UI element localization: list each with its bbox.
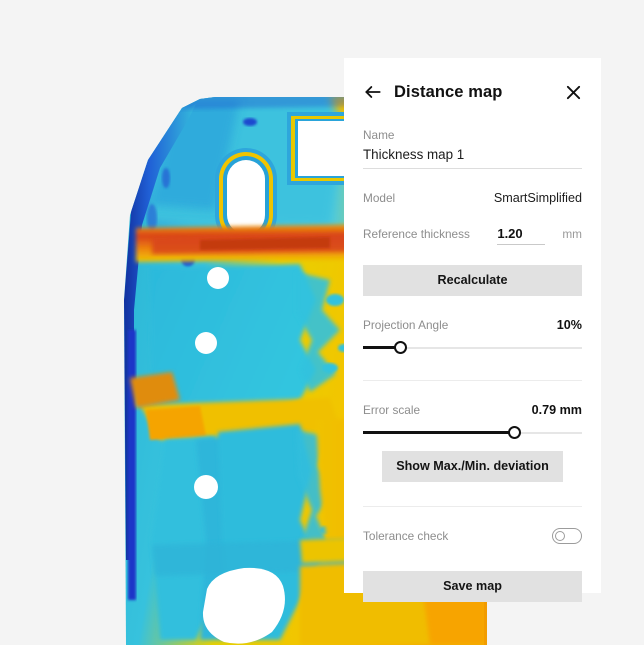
reference-thickness-row: Reference thickness 1.20 mm	[363, 226, 582, 245]
error-scale-head: Error scale 0.79 mm	[363, 403, 582, 417]
name-label: Name	[363, 128, 395, 142]
name-field[interactable]: Name Thickness map 1	[363, 128, 582, 169]
panel-title: Distance map	[394, 82, 503, 101]
divider-2	[363, 506, 582, 507]
reference-thickness-input[interactable]: 1.20	[497, 226, 546, 245]
arrow-left-icon[interactable]	[363, 82, 383, 102]
projection-angle-head: Projection Angle 10%	[363, 318, 582, 332]
projection-angle-control: Projection Angle 10%	[363, 318, 582, 355]
projection-angle-slider[interactable]	[363, 341, 582, 355]
error-scale-value: 0.79 mm	[531, 403, 582, 417]
model-label: Model	[363, 191, 396, 205]
model-value: SmartSimplified	[493, 191, 582, 205]
model-row: Model SmartSimplified	[363, 191, 582, 205]
tolerance-check-label: Tolerance check	[363, 529, 449, 543]
distance-map-panel: Distance map Name Thickness map 1 Model …	[344, 58, 601, 602]
projection-angle-thumb[interactable]	[393, 341, 407, 354]
divider-1	[363, 380, 582, 381]
reference-thickness-label: Reference thickness	[363, 227, 470, 241]
projection-angle-value: 10%	[556, 318, 582, 332]
error-scale-slider[interactable]	[363, 426, 582, 440]
tolerance-check-toggle[interactable]	[552, 528, 582, 544]
error-scale-fill	[363, 431, 515, 434]
recalculate-button[interactable]: Recalculate	[363, 265, 582, 296]
tolerance-check-row: Tolerance check	[363, 528, 582, 544]
show-deviation-button[interactable]: Show Max./Min. deviation	[382, 451, 563, 482]
reference-thickness-unit: mm	[562, 227, 582, 241]
projection-angle-label: Projection Angle	[363, 318, 449, 332]
toggle-knob	[555, 530, 565, 541]
close-icon[interactable]	[565, 84, 582, 101]
save-map-button[interactable]: Save map	[363, 571, 582, 602]
reference-thickness-control: 1.20 mm	[497, 226, 582, 245]
error-scale-label: Error scale	[363, 403, 421, 417]
error-scale-thumb[interactable]	[507, 426, 521, 439]
panel-header: Distance map	[363, 68, 582, 116]
name-input[interactable]: Thickness map 1	[363, 147, 582, 169]
error-scale-control: Error scale 0.79 mm	[363, 403, 582, 440]
